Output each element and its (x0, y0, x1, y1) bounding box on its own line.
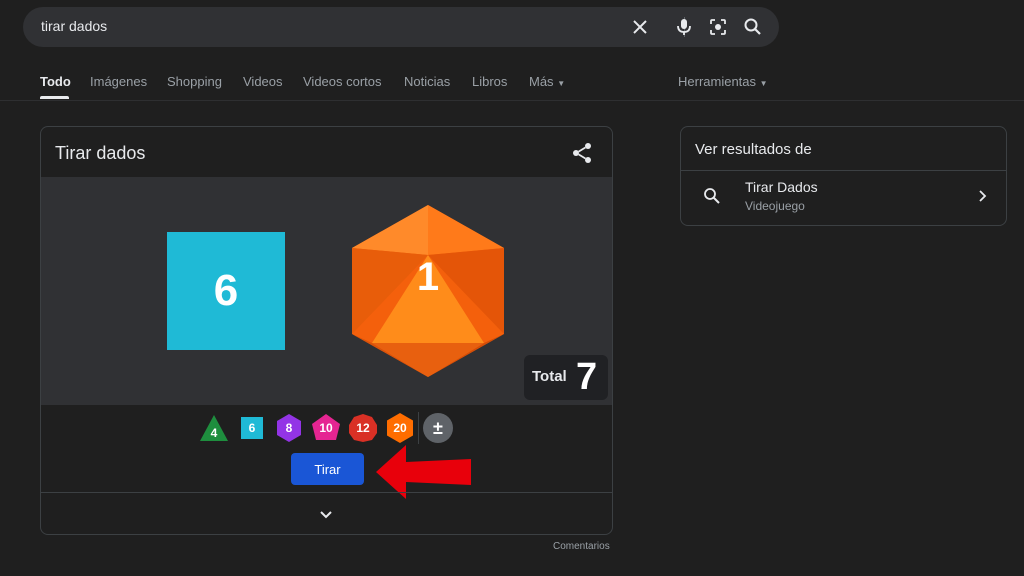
total-label: Total (532, 368, 567, 385)
tab-shopping[interactable]: Shopping (167, 74, 222, 89)
chevron-right-icon (979, 190, 987, 202)
tab-imagenes[interactable]: Imágenes (90, 74, 147, 89)
search-icon (704, 188, 720, 204)
modifier-label: ± (433, 418, 443, 438)
total-display: Total 7 (524, 355, 608, 400)
tab-libros[interactable]: Libros (472, 74, 507, 89)
microphone-icon[interactable] (674, 17, 694, 37)
clear-icon[interactable] (630, 17, 650, 37)
tab-videos-cortos[interactable]: Videos cortos (303, 74, 382, 89)
search-tabs: Todo Imágenes Shopping Videos Videos cor… (0, 70, 1024, 100)
see-results-panel: Ver resultados de Tirar Dados Videojuego (680, 126, 1007, 226)
search-input[interactable]: tirar dados (41, 18, 107, 34)
caret-down-icon: ▼ (759, 79, 768, 88)
search-icon[interactable] (743, 17, 763, 37)
add-d8-button[interactable]: 8 (273, 412, 305, 444)
active-tab-indicator (40, 96, 69, 99)
d6-label: 6 (248, 421, 256, 435)
tab-mas[interactable]: Más ▼ (529, 74, 565, 89)
add-d10-button[interactable]: 10 (310, 412, 342, 444)
d10-label: 10 (319, 421, 333, 435)
d20-result-value: 1 (416, 255, 440, 299)
total-value: 7 (576, 356, 598, 398)
d6-result: 6 (167, 232, 285, 350)
d6-result-value: 6 (213, 266, 239, 315)
search-bar[interactable]: tirar dados (23, 7, 779, 47)
lens-icon[interactable] (708, 17, 728, 37)
tab-noticias[interactable]: Noticias (404, 74, 450, 89)
tab-mas-label: Más (529, 74, 554, 89)
add-d12-button[interactable]: 12 (347, 412, 379, 444)
add-d20-button[interactable]: 20 (384, 412, 416, 444)
caret-down-icon: ▼ (557, 79, 566, 88)
dice-stage: 6 1 Total 7 (41, 177, 612, 405)
side-result-item[interactable]: Tirar Dados Videojuego (681, 171, 1006, 225)
side-result-subtitle: Videojuego (745, 199, 805, 213)
red-arrow-annotation (376, 445, 471, 499)
d20-label: 20 (393, 421, 407, 435)
roll-button[interactable]: Tirar (291, 453, 364, 485)
d4-label: 4 (210, 426, 218, 440)
card-footer-divider (41, 492, 612, 493)
comments-link[interactable]: Comentarios (553, 541, 610, 552)
dice-selector: 4 6 8 10 12 20 ± (41, 410, 612, 446)
modifier-button[interactable]: ± (422, 412, 454, 444)
tabs-divider (0, 100, 1024, 101)
tools-menu[interactable]: Herramientas ▼ (678, 74, 768, 89)
tab-videos[interactable]: Videos (243, 74, 283, 89)
tools-label: Herramientas (678, 74, 757, 89)
d8-label: 8 (285, 421, 293, 435)
tab-todo[interactable]: Todo (40, 74, 71, 89)
widget-title: Tirar dados (55, 143, 146, 163)
dice-roller-card: Tirar dados 6 1 Total 7 4 6 8 10 12 20 ±… (40, 126, 613, 535)
add-d4-button[interactable]: 4 (198, 412, 230, 444)
dice-row-divider (418, 412, 419, 444)
add-d6-button[interactable]: 6 (236, 412, 268, 444)
d12-label: 12 (356, 421, 370, 435)
chevron-down-icon[interactable] (317, 506, 335, 524)
side-panel-title: Ver resultados de (695, 141, 812, 158)
side-result-title: Tirar Dados (745, 179, 818, 195)
share-icon[interactable] (570, 141, 594, 165)
